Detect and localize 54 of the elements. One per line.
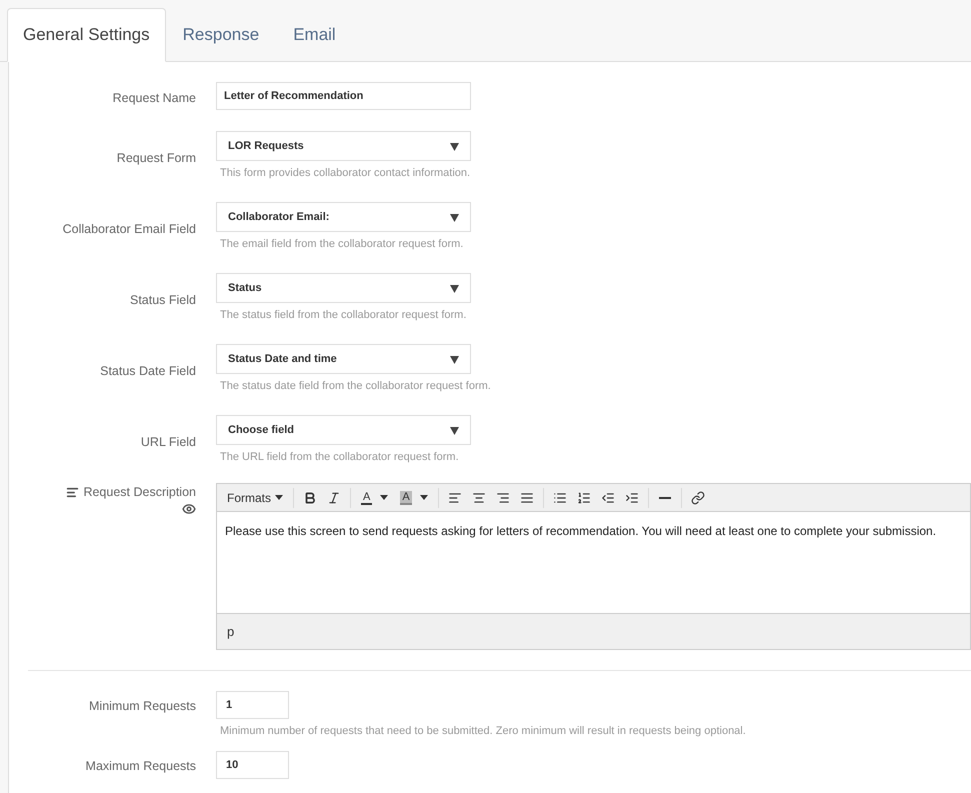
align-right-icon — [496, 490, 510, 504]
indent-icon — [624, 490, 639, 504]
select-field[interactable]: Choose field — [216, 415, 471, 445]
field-label: Status Date Field — [100, 363, 196, 380]
caret-icon — [420, 495, 428, 500]
dropdown-arrow-icon — [450, 426, 459, 434]
select-field[interactable]: Status — [216, 273, 471, 303]
preview-eye-icon[interactable] — [182, 502, 196, 516]
link-icon — [690, 490, 705, 504]
select-field[interactable]: Status Date and time — [216, 344, 471, 374]
field-label: Maximum Requests — [86, 758, 196, 775]
field-label: Status Field — [130, 292, 196, 309]
rich-text-editor[interactable]: Formats A A Please use this screen to send requests asking for letters of recommendation. You will need at least one to complete your submission. p — [216, 483, 971, 650]
dropdown-arrow-icon — [450, 284, 459, 292]
field-label: Request Form — [116, 150, 196, 167]
tab[interactable]: General Settings — [7, 8, 166, 62]
help-text: The URL field from the collaborator request form. — [220, 451, 460, 464]
help-text: The status date field from the collaborator request form. — [220, 380, 491, 393]
tab[interactable]: Email — [276, 8, 353, 62]
text-field[interactable]: Letter of Recommendation — [216, 82, 471, 110]
numbered-list-icon — [576, 490, 591, 504]
number-field[interactable]: 10 — [216, 751, 289, 779]
field-label: Request Description — [83, 484, 196, 501]
bold-icon — [303, 490, 318, 504]
select-field[interactable]: Collaborator Email: — [216, 202, 471, 232]
help-text: The email field from the collaborator request form. — [220, 238, 464, 251]
align-left-icon — [448, 490, 462, 504]
dropdown-arrow-icon — [450, 354, 459, 364]
element-path[interactable]: p — [227, 622, 234, 642]
align-justify-icon — [520, 490, 534, 504]
text-color-button[interactable]: A — [355, 486, 394, 510]
horizontal-rule-icon — [658, 496, 671, 498]
help-text: This form provides collaborator contact information. — [220, 167, 471, 180]
tab[interactable]: Response — [166, 8, 276, 62]
help-text: Minimum number of requests that need to be submitted. Zero minimum will result in requests being optional. — [220, 725, 746, 738]
background-color-button[interactable]: A — [394, 486, 434, 510]
editor-content: Please use this screen to send requests asking for letters of recommendation. You will need at least one to complete your submission. — [225, 523, 938, 540]
caret-icon — [275, 495, 284, 500]
align-center-icon — [472, 490, 486, 504]
field-label: Minimum Requests — [89, 698, 196, 715]
help-text: The status field from the collaborator request form. — [220, 309, 468, 322]
select-field[interactable]: LOR Requests — [216, 131, 471, 161]
paragraph-icon — [66, 486, 80, 499]
dropdown-arrow-icon — [450, 212, 459, 222]
caret-icon — [380, 495, 388, 500]
field-label: URL Field — [140, 434, 196, 451]
field-label: Collaborator Email Field — [62, 221, 196, 238]
italic-icon — [327, 490, 342, 504]
field-label: Request Name — [112, 90, 196, 107]
bullet-list-icon — [552, 490, 567, 504]
dropdown-arrow-icon — [450, 142, 459, 150]
outdent-icon — [600, 490, 615, 504]
formats-dropdown[interactable]: Formats — [221, 486, 290, 510]
number-field[interactable]: 1 — [216, 691, 289, 719]
